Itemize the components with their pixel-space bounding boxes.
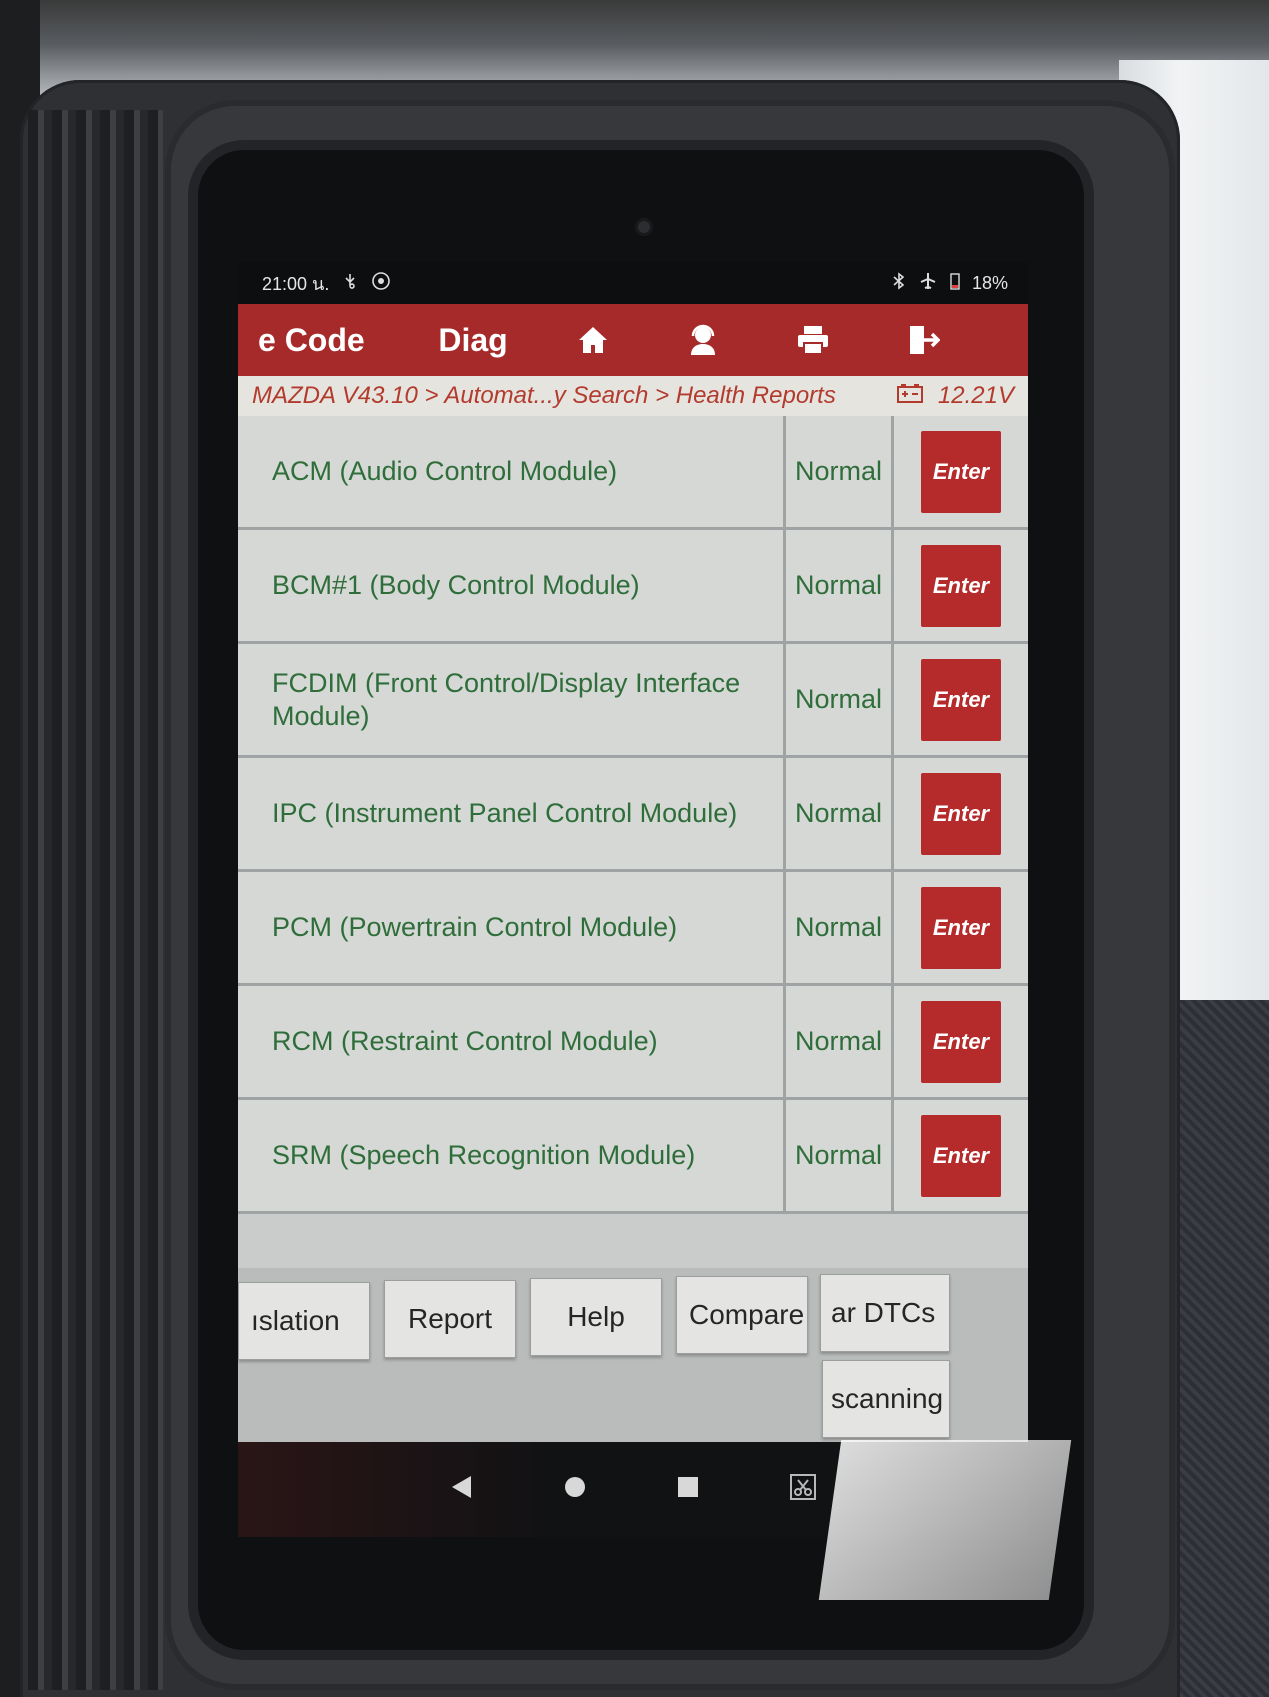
bottom-action-bar: ıslation Report Help Compare ar DTCs sca…: [238, 1268, 1028, 1442]
car-battery-icon: [896, 382, 924, 411]
front-camera: [635, 218, 653, 236]
module-name: SRM (Speech Recognition Module): [238, 1100, 786, 1211]
module-name: FCDIM (Front Control/Display Interface M…: [238, 644, 786, 755]
table-row: IPC (Instrument Panel Control Module) No…: [238, 758, 1028, 872]
module-name: BCM#1 (Body Control Module): [238, 530, 786, 641]
airplane-mode-icon: [918, 271, 938, 296]
table-row: FCDIM (Front Control/Display Interface M…: [238, 644, 1028, 758]
module-name: RCM (Restraint Control Module): [238, 986, 786, 1097]
enter-button[interactable]: Enter: [921, 544, 1001, 627]
table-row: SRM (Speech Recognition Module) Normal E…: [238, 1100, 1028, 1214]
table-row: PCM (Powertrain Control Module) Normal E…: [238, 872, 1028, 986]
breadcrumb-path[interactable]: MAZDA V43.10 > Automat...y Search > Heal…: [252, 382, 836, 410]
module-status: Normal: [786, 416, 894, 527]
tablet-grip: [28, 110, 163, 1690]
enter-button[interactable]: Enter: [921, 886, 1001, 969]
print-button[interactable]: [758, 304, 868, 376]
tab-diag[interactable]: Diag: [408, 304, 538, 376]
battery-voltage: 12.21V: [937, 382, 1014, 409]
stop-scanning-button[interactable]: scanning: [822, 1360, 950, 1438]
exit-button[interactable]: [868, 304, 978, 376]
screenshot-scissors-icon[interactable]: [789, 1473, 817, 1506]
module-status: Normal: [786, 758, 894, 869]
clear-dtcs-button[interactable]: ar DTCs: [820, 1274, 950, 1352]
module-status: Normal: [786, 986, 894, 1097]
battery-percent: 18%: [971, 272, 1008, 293]
bluetooth-icon: [892, 271, 906, 295]
report-button[interactable]: Report: [384, 1280, 516, 1358]
sync-icon: [371, 271, 391, 296]
table-row: RCM (Restraint Control Module) Normal En…: [238, 986, 1028, 1100]
table-row: ACM (Audio Control Module) Normal Enter: [238, 416, 1028, 530]
enter-button[interactable]: Enter: [921, 1000, 1001, 1083]
screen-glare: [818, 1440, 1072, 1600]
module-status: Normal: [786, 644, 894, 755]
compare-button[interactable]: Compare: [676, 1276, 808, 1354]
breadcrumb: MAZDA V43.10 > Automat...y Search > Heal…: [238, 376, 1028, 416]
module-status: Normal: [786, 872, 894, 983]
translation-button[interactable]: ıslation: [238, 1282, 370, 1360]
home-button[interactable]: [538, 304, 648, 376]
module-status: Normal: [786, 1100, 894, 1211]
support-button[interactable]: [648, 304, 758, 376]
clock: 21:00 น.: [262, 273, 330, 294]
module-list: ACM (Audio Control Module) Normal Enter …: [238, 416, 1028, 1214]
printer-icon: [798, 326, 828, 355]
exit-icon: [910, 326, 940, 354]
recents-icon[interactable]: [677, 1476, 699, 1503]
help-button[interactable]: Help: [530, 1278, 662, 1356]
table-row: BCM#1 (Body Control Module) Normal Enter: [238, 530, 1028, 644]
home-icon: [579, 327, 607, 353]
tab-read-code[interactable]: e Code: [238, 304, 408, 376]
enter-button[interactable]: Enter: [921, 772, 1001, 855]
support-agent-icon: [691, 324, 715, 355]
app-toolbar: e Code Diag: [238, 304, 1028, 376]
home-circle-icon[interactable]: [563, 1475, 587, 1504]
android-status-bar: 21:00 น. 18%: [238, 262, 1028, 304]
enter-button[interactable]: Enter: [921, 430, 1001, 513]
battery-icon: [950, 272, 960, 295]
back-icon[interactable]: [449, 1474, 473, 1505]
device-screen: 21:00 น. 18% e Code Diag MAZDA V43.10 > …: [238, 262, 1028, 1442]
usb-icon: [341, 272, 359, 295]
module-name: PCM (Powertrain Control Module): [238, 872, 786, 983]
enter-button[interactable]: Enter: [921, 658, 1001, 741]
enter-button[interactable]: Enter: [921, 1114, 1001, 1197]
module-status: Normal: [786, 530, 894, 641]
module-name: IPC (Instrument Panel Control Module): [238, 758, 786, 869]
module-name: ACM (Audio Control Module): [238, 416, 786, 527]
